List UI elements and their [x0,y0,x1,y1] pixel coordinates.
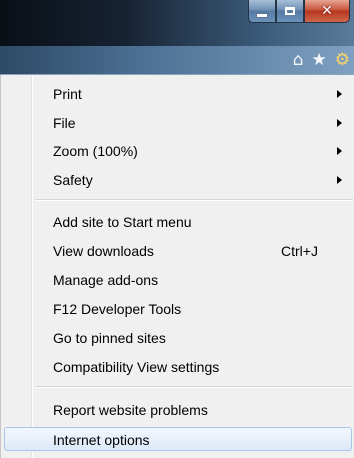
window-controls: ✕ [248,0,350,28]
menu-item-file[interactable]: File [4,111,352,135]
menu-item-zoom[interactable]: Zoom (100%) [4,139,352,163]
menu-item-label: Manage add-ons [53,272,159,288]
shortcut-label: Ctrl+J [281,243,318,259]
toolbar-icons: ⌂ ★ ⚙ [293,47,350,73]
menu-item-internet-options[interactable]: Internet options [4,427,352,451]
menu-item-print[interactable]: Print [4,82,352,106]
menu-item-label: Go to pinned sites [53,330,166,346]
tools-menu: Print File Zoom (100%) Safety Add site t… [0,75,354,458]
menu-item-label: Compatibility View settings [53,359,220,375]
menu-item-label: Zoom (100%) [53,143,138,159]
submenu-arrow-icon [337,147,342,155]
minimize-button[interactable] [248,0,276,23]
menu-item-safety[interactable]: Safety [4,168,352,192]
menu-item-label: File [53,115,76,131]
menu-separator [35,386,353,388]
menu-item-label: Print [53,86,82,102]
menu-item-label: Report website problems [53,402,208,418]
menu-item-go-to-pinned-sites[interactable]: Go to pinned sites [4,326,352,350]
menu-item-label: View downloads [53,243,154,259]
menu-item-label: Safety [53,172,93,188]
menu-item-label: F12 Developer Tools [53,301,182,317]
home-icon[interactable]: ⌂ [293,51,304,69]
maximize-button[interactable] [276,0,304,23]
menu-item-view-downloads[interactable]: View downloads Ctrl+J [4,239,352,263]
menu-separator [35,199,353,201]
close-button[interactable]: ✕ [304,0,350,23]
menu-item-label: Add site to Start menu [53,214,192,230]
menu-item-f12-developer-tools[interactable]: F12 Developer Tools [4,297,352,321]
submenu-arrow-icon [337,119,342,127]
favorites-star-icon[interactable]: ★ [312,51,327,69]
menu-item-label: Internet options [53,432,150,448]
menu-item-add-site-to-start-menu[interactable]: Add site to Start menu [4,210,352,234]
minimize-icon [257,13,267,17]
tools-gear-icon[interactable]: ⚙ [335,51,350,69]
submenu-arrow-icon [337,176,342,184]
submenu-arrow-icon [337,90,342,98]
close-icon: ✕ [321,3,333,19]
maximize-icon [285,7,295,15]
menu-item-compatibility-view-settings[interactable]: Compatibility View settings [4,355,352,379]
menu-item-manage-add-ons[interactable]: Manage add-ons [4,268,352,292]
menu-item-report-website-problems[interactable]: Report website problems [4,398,352,422]
